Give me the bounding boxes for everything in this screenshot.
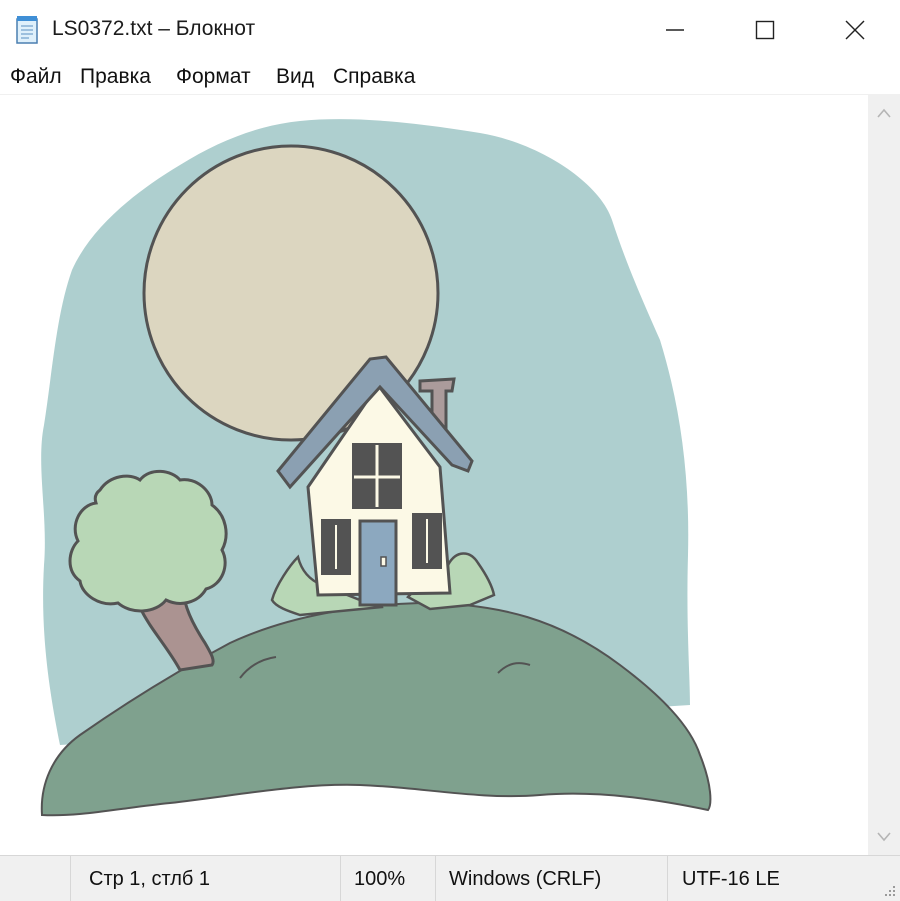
ascii-art-picture <box>0 95 868 855</box>
title-bar: LS0372.txt – Блокнот <box>0 0 900 60</box>
menu-bar: Файл Правка Формат Вид Справка <box>0 60 900 95</box>
chevron-up-icon <box>877 108 891 118</box>
maximize-icon <box>755 20 775 40</box>
minimize-button[interactable] <box>630 0 720 60</box>
encoding: UTF-16 LE <box>682 868 780 890</box>
menu-format[interactable]: Формат <box>176 65 251 89</box>
cursor-position: Стр 1, стлб 1 <box>89 868 211 890</box>
window-title: LS0372.txt – Блокнот <box>52 17 256 40</box>
menu-file[interactable]: Файл <box>10 65 62 89</box>
status-bar: Стр 1, стлб 1 100% Windows (CRLF) UTF-16… <box>0 855 900 901</box>
menu-edit[interactable]: Правка <box>80 65 151 89</box>
status-cell-line-endings: Windows (CRLF) <box>435 856 668 901</box>
status-cell-encoding: UTF-16 LE <box>667 856 900 901</box>
chevron-down-icon <box>877 832 891 842</box>
line-endings: Windows (CRLF) <box>449 868 602 890</box>
close-icon <box>845 20 865 40</box>
notepad-icon <box>16 16 38 44</box>
resize-grip-icon[interactable] <box>881 882 897 898</box>
zoom-level: 100% <box>354 868 406 890</box>
minimize-icon <box>666 29 684 31</box>
menu-help[interactable]: Справка <box>333 65 415 89</box>
status-cell-position: Стр 1, стлб 1 <box>70 856 341 901</box>
menu-view[interactable]: Вид <box>276 65 314 89</box>
maximize-button[interactable] <box>720 0 810 60</box>
vertical-scrollbar[interactable] <box>868 95 900 855</box>
text-editor[interactable] <box>0 95 868 855</box>
close-button[interactable] <box>810 0 900 60</box>
scroll-down-button[interactable] <box>868 819 900 855</box>
status-cell-zoom: 100% <box>340 856 436 901</box>
scroll-up-button[interactable] <box>868 95 900 131</box>
